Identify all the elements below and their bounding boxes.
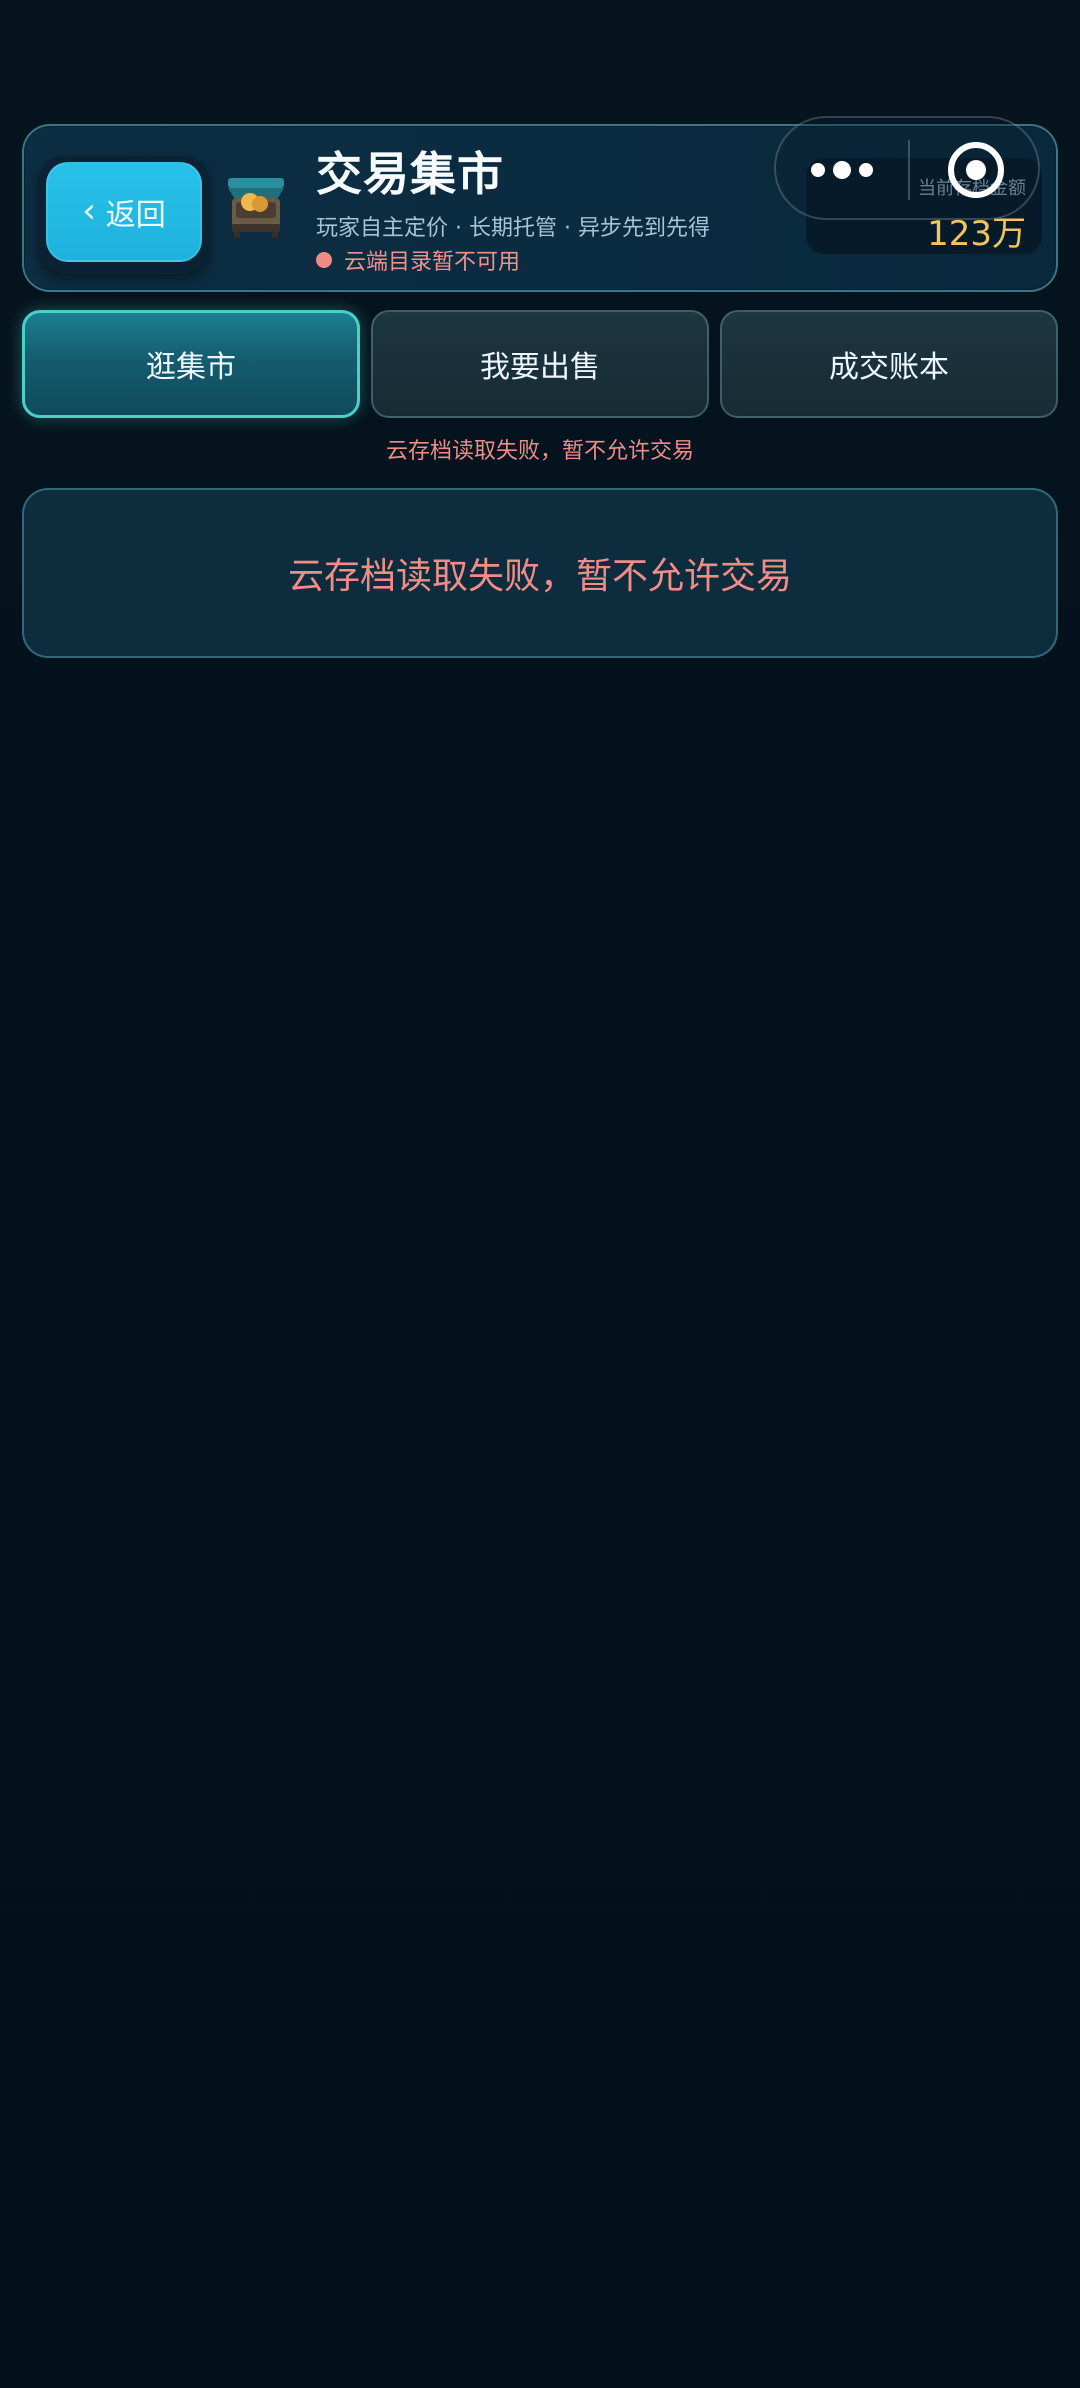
- trade-disabled-notice: 云存档读取失败，暂不允许交易: [385, 439, 694, 464]
- tab-browse-market[interactable]: 逛集市: [22, 310, 360, 418]
- dot-icon: [811, 163, 825, 177]
- page-title: 交易集市: [316, 147, 504, 201]
- catalog-status-text: 云端目录暂不可用: [344, 250, 521, 275]
- back-button-label: 返回: [105, 198, 166, 233]
- target-close-icon[interactable]: [948, 142, 1004, 198]
- empty-state-card: 云存档读取失败，暂不允许交易: [22, 488, 1058, 658]
- target-close-inner: [966, 160, 986, 180]
- more-dots-icon[interactable]: [794, 140, 890, 200]
- market-stall-icon: [228, 178, 284, 238]
- capsule-divider: [908, 140, 910, 200]
- catalog-status: 云端目录暂不可用: [316, 244, 520, 276]
- empty-state-message: 云存档读取失败，暂不允许交易: [287, 556, 792, 597]
- status-dot-icon: [316, 252, 332, 268]
- miniprogram-capsule: [774, 116, 1040, 220]
- back-button[interactable]: ‹ 返回: [46, 162, 202, 262]
- back-button-frame: ‹ 返回: [38, 156, 210, 274]
- market-subtitle: 玩家自主定价 · 长期托管 · 异步先到先得: [316, 216, 710, 241]
- dot-icon: [833, 161, 851, 179]
- tab-ledger[interactable]: 成交账本: [720, 310, 1058, 418]
- tab-sell[interactable]: 我要出售: [371, 310, 709, 418]
- dot-icon: [859, 163, 873, 177]
- chevron-left-icon: ‹: [82, 191, 96, 231]
